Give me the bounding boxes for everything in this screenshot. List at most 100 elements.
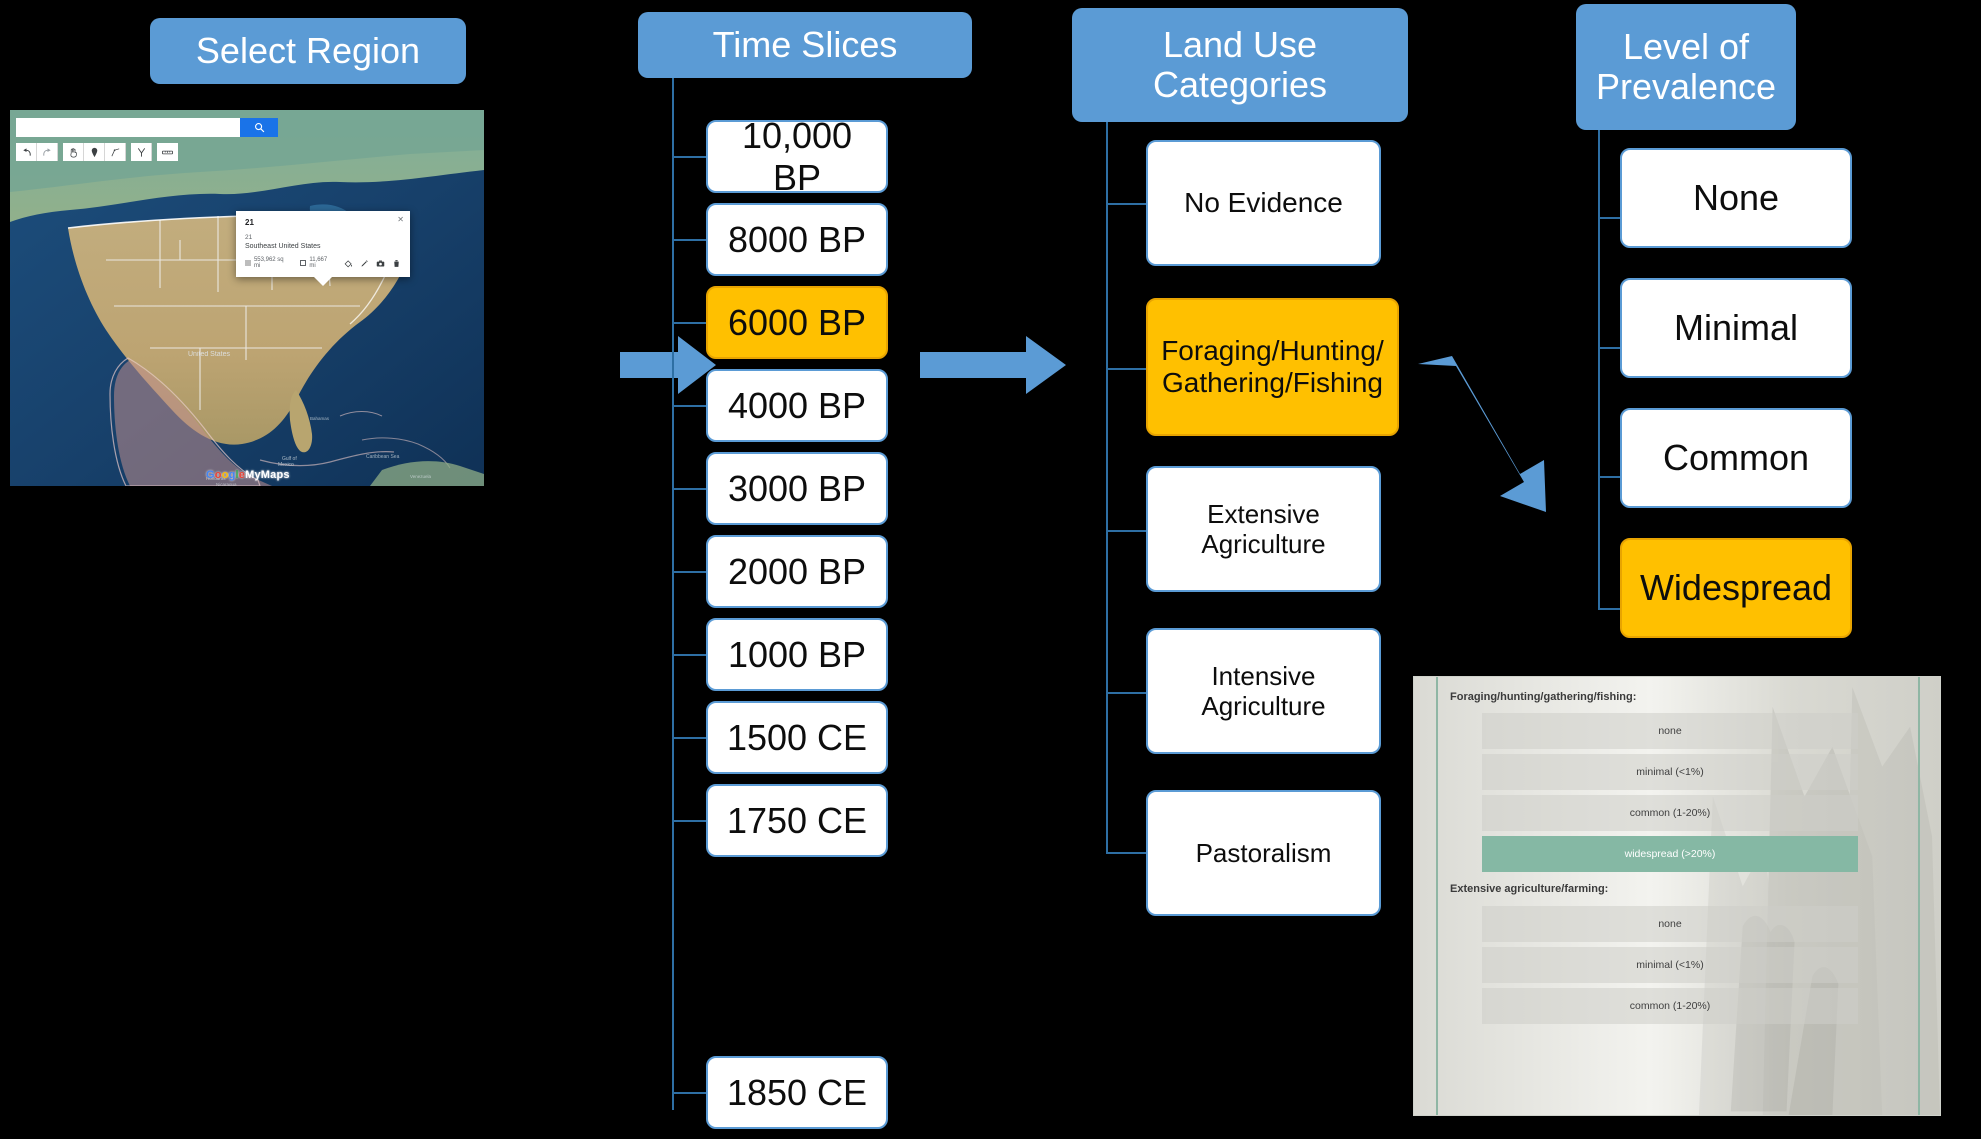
app-option-label-1-2: common (1-20%)	[1629, 1000, 1711, 1012]
app-option-label-0-0: none	[1658, 725, 1682, 737]
popup-region-name: Southeast United States	[245, 243, 321, 250]
arrow-timeslices-to-landuse	[920, 330, 1070, 400]
landuse-label-0: No Evidence	[1184, 186, 1343, 218]
map-feature-popup[interactable]: 21 ✕ 21 Southeast United States 553,962 …	[236, 211, 410, 286]
app-option-1-0[interactable]: none	[1482, 906, 1858, 942]
header-land-use-categories[interactable]: Land Use Categories	[1072, 8, 1408, 122]
prevalence-tree-stub	[1598, 608, 1620, 610]
close-icon[interactable]: ✕	[397, 215, 404, 224]
app-option-1-2[interactable]: common (1-20%)	[1482, 988, 1858, 1024]
timeslices-tree-stub	[672, 239, 707, 241]
landuse-label-3-line2: Agriculture	[1201, 691, 1326, 721]
marker-pin-icon[interactable]	[84, 143, 105, 161]
app-option-0-1[interactable]: minimal (<1%)	[1482, 754, 1858, 790]
popup-title: 21	[245, 218, 254, 227]
trash-icon[interactable]	[392, 259, 401, 268]
search-icon	[254, 123, 264, 133]
app-option-0-2[interactable]: common (1-20%)	[1482, 795, 1858, 831]
prevalence-label-2: Common	[1662, 437, 1810, 479]
landuse-label-1-line2: Gathering/Fishing	[1161, 367, 1383, 398]
timeslice-node-8[interactable]: 1750 CE	[706, 784, 888, 857]
timeslice-node-2[interactable]: 6000 BP	[706, 286, 888, 359]
redo-icon[interactable]	[37, 143, 58, 161]
directions-icon[interactable]	[131, 143, 152, 161]
timeslice-label-3: 4000 BP	[727, 384, 867, 426]
timeslices-tree-stub	[672, 820, 707, 822]
app-option-label-0-2: common (1-20%)	[1629, 807, 1711, 819]
timeslices-tree-stub	[672, 1092, 707, 1094]
ruler-icon[interactable]	[157, 143, 178, 161]
prevalence-node-1[interactable]: Minimal	[1620, 278, 1852, 378]
landuse-label-3-line1: Intensive	[1211, 660, 1316, 691]
map-toolbar[interactable]	[16, 143, 178, 161]
landuse-node-3[interactable]: Intensive Agriculture	[1146, 628, 1381, 754]
svg-text:Venezuela: Venezuela	[410, 474, 432, 479]
prevalence-node-2[interactable]: Common	[1620, 408, 1852, 508]
google-my-maps-watermark: GoogleMyMaps	[206, 469, 290, 481]
popup-area-value: 553,962 sq mi	[253, 257, 284, 269]
app-option-1-1[interactable]: minimal (<1%)	[1482, 947, 1858, 983]
timeslice-label-8: 1750 CE	[726, 799, 868, 841]
header-time-slices[interactable]: Time Slices	[638, 12, 972, 78]
timeslice-label-4: 3000 BP	[727, 467, 867, 509]
timeslice-node-1[interactable]: 8000 BP	[706, 203, 888, 276]
timeslice-label-1: 8000 BP	[727, 218, 867, 260]
timeslice-label-5: 2000 BP	[727, 550, 867, 592]
svg-text:Nicaragua: Nicaragua	[216, 482, 237, 486]
timeslice-node-9[interactable]: 1850 CE	[706, 1056, 888, 1129]
timeslice-node-4[interactable]: 3000 BP	[706, 452, 888, 525]
prevalence-node-3[interactable]: Widespread	[1620, 538, 1852, 638]
landuse-node-4[interactable]: Pastoralism	[1146, 790, 1381, 916]
header-select-region[interactable]: Select Region	[150, 18, 466, 84]
app-screenshot-panel[interactable]: Foraging/hunting/gathering/fishing: none…	[1413, 676, 1941, 1116]
prevalence-label-0: None	[1692, 177, 1780, 219]
paint-bucket-icon[interactable]	[344, 259, 353, 268]
camera-icon[interactable]	[376, 259, 385, 268]
popup-perimeter-value: 11,667 mi	[309, 257, 328, 269]
timeslice-node-3[interactable]: 4000 BP	[706, 369, 888, 442]
landuse-tree-stub	[1106, 852, 1147, 854]
svg-text:Mexico: Mexico	[278, 462, 294, 468]
landuse-node-1[interactable]: Foraging/Hunting/ Gathering/Fishing	[1146, 298, 1399, 436]
draw-line-icon[interactable]	[105, 143, 126, 161]
diagram-canvas: Select Region United States Gulf of Mexi…	[0, 0, 1981, 1139]
header-land-use-line1: Land Use	[1162, 23, 1318, 65]
prevalence-tree-stub	[1598, 217, 1620, 219]
pencil-icon[interactable]	[360, 259, 369, 268]
undo-icon[interactable]	[16, 143, 37, 161]
timeslices-tree-stub	[672, 405, 707, 407]
map-search-input[interactable]	[16, 118, 240, 137]
timeslices-tree-stub	[672, 654, 707, 656]
map-search-bar[interactable]	[16, 118, 278, 137]
timeslice-node-7[interactable]: 1500 CE	[706, 701, 888, 774]
arrow-landuse-to-prevalence	[1408, 356, 1578, 516]
landuse-label-1-line1: Foraging/Hunting/	[1161, 334, 1384, 366]
svg-text:Bahamas: Bahamas	[310, 416, 330, 421]
header-level-of-prevalence[interactable]: Level of Prevalence	[1576, 4, 1796, 130]
map-panel[interactable]: United States Gulf of Mexico Caribbean S…	[10, 110, 484, 486]
prevalence-node-0[interactable]: None	[1620, 148, 1852, 248]
app-option-0-3[interactable]: widespread (>20%)	[1482, 836, 1858, 872]
header-select-region-label: Select Region	[195, 29, 421, 71]
landuse-node-2[interactable]: Extensive Agriculture	[1146, 466, 1381, 592]
map-search-button[interactable]	[240, 118, 278, 137]
timeslice-label-2: 6000 BP	[727, 301, 867, 343]
timeslice-node-5[interactable]: 2000 BP	[706, 535, 888, 608]
prevalence-tree-spine	[1598, 130, 1600, 610]
timeslices-tree-stub	[672, 322, 707, 324]
app-group-label-0: Foraging/hunting/gathering/fishing:	[1450, 691, 1637, 703]
landuse-tree-spine	[1106, 122, 1108, 852]
pan-hand-icon[interactable]	[63, 143, 84, 161]
landuse-node-0[interactable]: No Evidence	[1146, 140, 1381, 266]
timeslice-node-6[interactable]: 1000 BP	[706, 618, 888, 691]
map-imagery: United States Gulf of Mexico Caribbean S…	[10, 110, 484, 486]
header-prevalence-line2: Prevalence	[1595, 66, 1777, 107]
header-time-slices-label: Time Slices	[712, 23, 898, 65]
popup-perimeter: 11,667 mi	[300, 257, 335, 269]
timeslice-node-0[interactable]: 10,000 BP	[706, 115, 888, 198]
prevalence-tree-stub	[1598, 347, 1620, 349]
perimeter-swatch-icon	[300, 260, 307, 266]
app-option-0-0[interactable]: none	[1482, 713, 1858, 749]
timeslices-tree-stub	[672, 737, 707, 739]
popup-area: 553,962 sq mi	[245, 257, 291, 269]
